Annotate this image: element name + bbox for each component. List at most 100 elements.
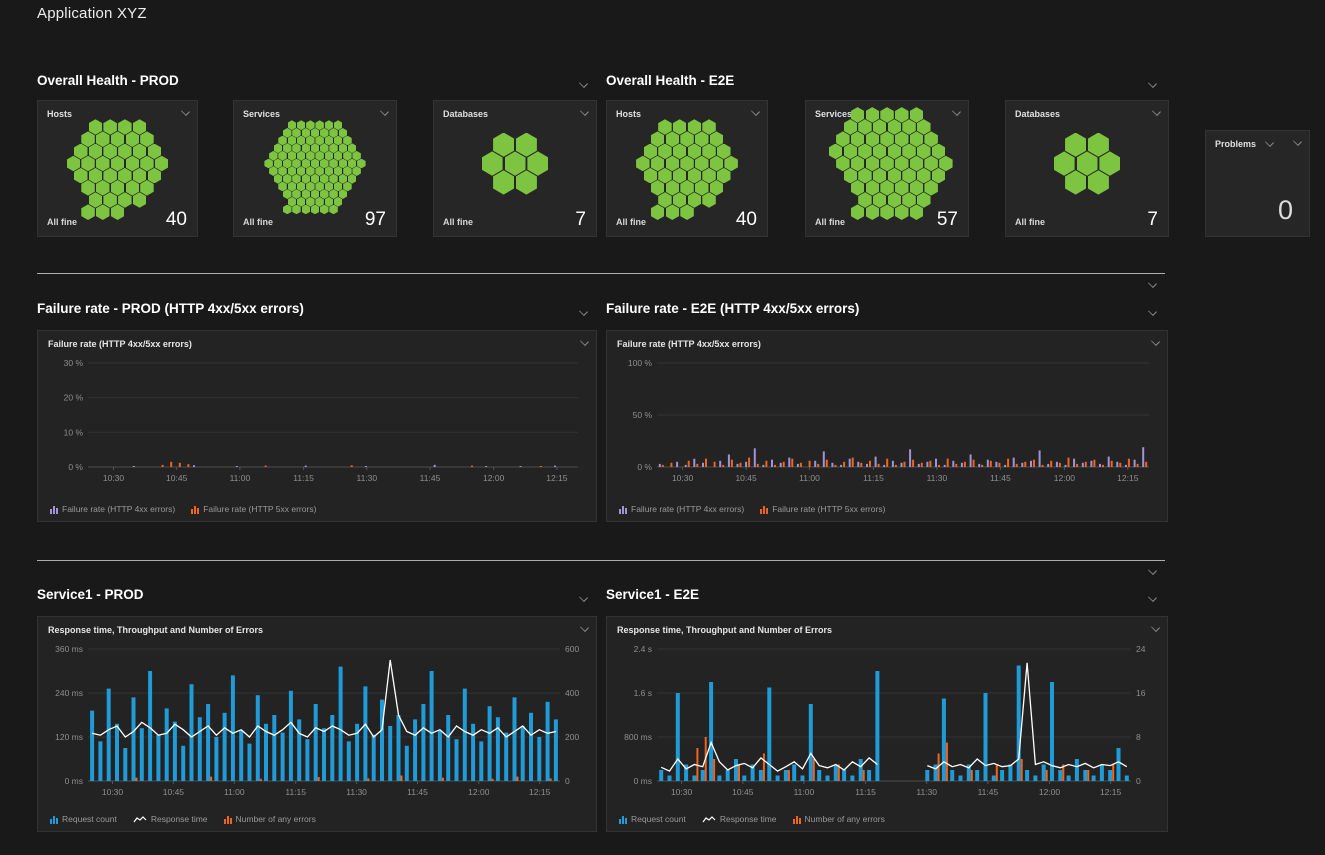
- hexagon-health-indicator: [895, 107, 909, 123]
- svg-text:11:30: 11:30: [346, 787, 367, 797]
- svg-text:20 %: 20 %: [64, 393, 84, 403]
- hexagon-health-indicator: [67, 156, 81, 172]
- chevron-down-icon[interactable]: [1150, 337, 1161, 346]
- svg-text:12:15: 12:15: [529, 787, 551, 797]
- hexagon-health-indicator: [851, 204, 865, 220]
- hexagon-health-indicator: [325, 182, 334, 192]
- hexagon-health-indicator: [710, 156, 724, 172]
- chevron-down-icon[interactable]: [1147, 79, 1158, 88]
- svg-text:50 %: 50 %: [633, 410, 653, 420]
- hexagon-health-indicator: [917, 192, 931, 208]
- hexagon-health-indicator: [673, 168, 687, 184]
- hexagon-health-indicator: [325, 120, 334, 130]
- hexagon-health-indicator: [651, 156, 665, 172]
- hexagon-health-indicator: [858, 119, 872, 135]
- health-tile-hosts-prod[interactable]: Hosts All fine 40: [37, 100, 198, 237]
- hexagon-health-indicator: [320, 128, 329, 138]
- hexagon-health-indicator: [89, 168, 103, 184]
- service1-prod-chart-tile[interactable]: Response time, Throughput and Number of …: [37, 616, 597, 832]
- hexagon-health-indicator: [880, 180, 894, 196]
- chart-title: Failure rate (HTTP 4xx/5xx errors): [617, 339, 761, 349]
- hexagon-health-indicator: [343, 136, 352, 146]
- health-tile-services-e2e[interactable]: Services All fine 57: [805, 100, 969, 237]
- hexagon-health-indicator: [702, 144, 716, 160]
- section-title-failure-e2e: Failure rate - E2E (HTTP 4xx/5xx errors): [606, 301, 859, 316]
- hexagon-health-indicator: [695, 156, 709, 172]
- health-tile-services-prod[interactable]: Services All fine 97: [233, 100, 397, 237]
- svg-text:600: 600: [565, 644, 579, 654]
- svg-text:10:45: 10:45: [732, 787, 754, 797]
- hexagon-health-indicator: [851, 156, 865, 172]
- legend-item: Failure rate (HTTP 5xx errors): [760, 504, 885, 514]
- svg-text:2.4 s: 2.4 s: [634, 644, 652, 654]
- hexagon-health-indicator: [910, 156, 924, 172]
- chevron-down-icon[interactable]: [1292, 137, 1303, 146]
- hexagon-health-indicator: [264, 159, 273, 169]
- health-tile-databases-prod[interactable]: Databases All fine 7: [433, 100, 597, 237]
- chevron-down-icon[interactable]: [579, 623, 590, 632]
- hexagon-health-indicator: [339, 128, 348, 138]
- hexagon-health-indicator: [636, 156, 650, 172]
- chevron-down-icon[interactable]: [1147, 593, 1158, 602]
- hexagon-health-indicator: [278, 182, 287, 192]
- tile-count: 7: [1147, 209, 1158, 231]
- chevron-down-icon[interactable]: [1264, 138, 1275, 147]
- failure-rate-e2e-chart-tile[interactable]: Failure rate (HTTP 4xx/5xx errors) 100 %…: [606, 330, 1168, 522]
- hexagon-health-indicator: [924, 131, 938, 147]
- hexagon-health-indicator: [315, 197, 324, 207]
- chevron-down-icon[interactable]: [579, 337, 590, 346]
- hexagon-health-indicator: [306, 197, 315, 207]
- hexagon-health-indicator: [89, 119, 103, 135]
- hexagon-health-indicator: [96, 156, 110, 172]
- svg-text:360 ms: 360 ms: [55, 644, 83, 654]
- hexagon-health-indicator: [895, 131, 909, 147]
- problems-tile[interactable]: Problems 0: [1205, 130, 1310, 237]
- legend-label: Failure rate (HTTP 5xx errors): [203, 504, 316, 514]
- chart-title: Response time, Throughput and Number of …: [617, 625, 832, 635]
- svg-text:24: 24: [1136, 644, 1146, 654]
- hexagon-health-indicator: [873, 168, 887, 184]
- service1-e2e-chart-tile[interactable]: Response time, Throughput and Number of …: [606, 616, 1168, 832]
- hexagon-health-indicator: [644, 168, 658, 184]
- svg-text:0 ms: 0 ms: [634, 776, 652, 786]
- failure-rate-prod-chart-tile[interactable]: Failure rate (HTTP 4xx/5xx errors) 30 %2…: [37, 330, 597, 522]
- hexagon-health-indicator: [306, 182, 315, 192]
- hexagon-health-indicator: [902, 119, 916, 135]
- hexagon-health-indicator: [140, 180, 154, 196]
- chevron-down-icon[interactable]: [1147, 566, 1158, 575]
- hexagon-health-indicator: [283, 128, 292, 138]
- hexagon-health-indicator: [829, 144, 843, 160]
- hexagon-health-indicator: [651, 180, 665, 196]
- hexagon-health-indicator: [902, 192, 916, 208]
- hexagon-health-indicator: [302, 128, 311, 138]
- hexagon-health-indicator: [844, 168, 858, 184]
- hexagon-health-indicator: [325, 136, 334, 146]
- hexagon-health-indicator: [895, 180, 909, 196]
- health-tile-databases-e2e[interactable]: Databases All fine 7: [1005, 100, 1169, 237]
- hexagon-health-indicator: [658, 168, 672, 184]
- svg-text:12:15: 12:15: [1117, 473, 1139, 483]
- hexagon-health-indicator: [103, 168, 117, 184]
- hexagon-health-indicator: [702, 119, 716, 135]
- health-tile-hosts-e2e[interactable]: Hosts All fine 40: [606, 100, 768, 237]
- hexagon-health-indicator: [288, 182, 297, 192]
- hexagon-health-indicator: [133, 168, 147, 184]
- legend-label: Number of any errors: [236, 814, 316, 824]
- chevron-down-icon[interactable]: [1147, 307, 1158, 316]
- hexagon-health-indicator: [880, 204, 894, 220]
- chevron-down-icon[interactable]: [578, 79, 589, 88]
- hexagon-health-indicator: [329, 174, 338, 184]
- svg-text:100 %: 100 %: [628, 358, 653, 368]
- hexagon-health-indicator: [917, 168, 931, 184]
- chevron-down-icon[interactable]: [1147, 279, 1158, 288]
- hexagon-health-indicator: [329, 205, 338, 215]
- svg-text:11:15: 11:15: [855, 787, 876, 797]
- hexagon-health-indicator: [880, 107, 894, 123]
- hexagon-health-indicator: [866, 107, 880, 123]
- chevron-down-icon[interactable]: [578, 593, 589, 602]
- hexagon-health-indicator: [688, 144, 702, 160]
- chevron-down-icon[interactable]: [1150, 623, 1161, 632]
- hexagon-health-indicator: [858, 192, 872, 208]
- hexagon-health-indicator: [311, 174, 320, 184]
- chevron-down-icon[interactable]: [578, 307, 589, 316]
